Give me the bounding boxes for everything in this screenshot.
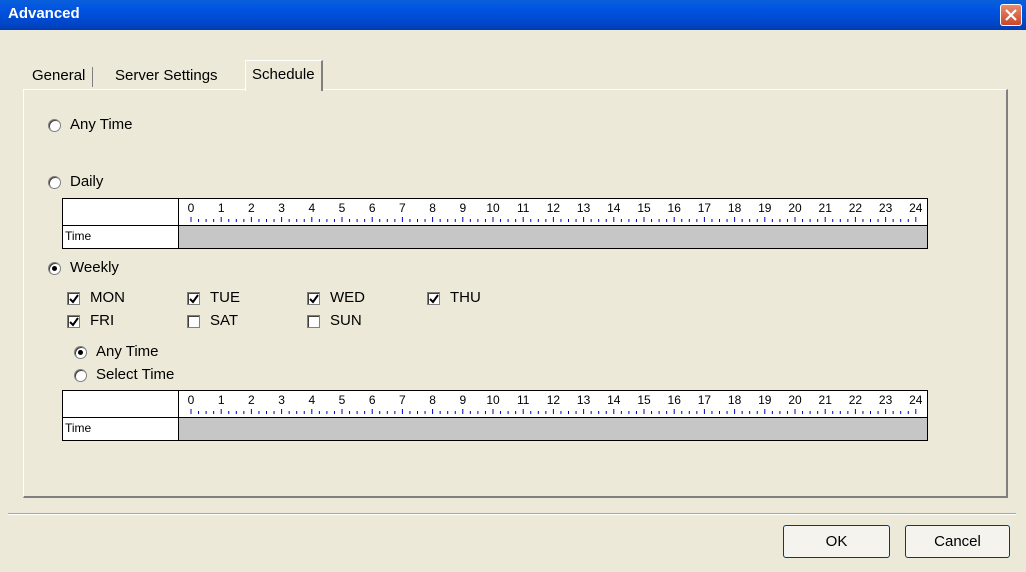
hour-tick-label: 1 <box>218 201 225 215</box>
close-icon <box>1005 9 1017 21</box>
tab-general[interactable]: General <box>26 64 94 88</box>
hour-tick-label: 15 <box>637 201 651 215</box>
hour-tick-label: 9 <box>459 393 466 407</box>
cancel-button[interactable]: Cancel <box>905 525 1010 558</box>
hour-tick-label: 7 <box>399 393 406 407</box>
checkmark-icon <box>309 294 319 304</box>
sat-label: SAT <box>210 312 239 329</box>
hour-tick-label: 0 <box>188 201 195 215</box>
hour-tick-label: 23 <box>879 393 893 407</box>
daily-time-grid: 0 1 2 3 4 5 6 7 8 9 10 11 12 13 14 15 16 17 18 19 20 21 22 23 24… <box>62 198 928 249</box>
thu-checkbox[interactable] <box>427 292 440 305</box>
daily-time-bar[interactable] <box>179 226 927 248</box>
hour-tick-label: 17 <box>698 393 712 407</box>
weekly-any-time-radio[interactable] <box>74 346 87 359</box>
weekly-hour-ruler: 0 1 2 3 4 5 6 7 8 9 10 11 12 13 14 15 16 17 18 19 20 21 22 23 24 <box>188 393 923 414</box>
hour-tick-label: 17 <box>698 201 712 215</box>
hour-tick-label: 23 <box>879 201 893 215</box>
weekly-time-grid: 0 1 2 3 4 5 6 7 8 9 10 11 12 13 14 15 16 17 18 19 20 21 22 23 24… <box>62 390 928 441</box>
hour-tick-label: 6 <box>369 393 376 407</box>
hour-tick-label: 5 <box>339 201 346 215</box>
hour-tick-label: 11 <box>517 393 530 407</box>
hour-tick-label: 8 <box>429 201 436 215</box>
tab-server-settings[interactable]: Server Settings <box>109 64 224 88</box>
weekly-radio[interactable] <box>48 262 61 275</box>
window-title: Advanced <box>8 5 80 22</box>
checkmark-icon <box>189 294 199 304</box>
daily-label: Daily <box>70 173 104 190</box>
hour-tick-label: 15 <box>637 393 651 407</box>
hour-tick-label: 21 <box>819 201 833 215</box>
hour-tick-label: 8 <box>429 393 436 407</box>
tue-checkbox[interactable] <box>187 292 200 305</box>
hour-tick-label: 22 <box>849 201 863 215</box>
thu-label: THU <box>450 289 481 306</box>
sun-label: SUN <box>330 312 362 329</box>
any-time-radio[interactable] <box>48 119 61 132</box>
hour-tick-label: 13 <box>577 393 591 407</box>
hour-tick-label: 12 <box>547 201 561 215</box>
hour-tick-label: 6 <box>369 201 376 215</box>
fri-label: FRI <box>90 312 115 329</box>
hour-tick-label: 20 <box>788 393 802 407</box>
weekly-time-bar[interactable] <box>179 418 927 440</box>
hour-tick-label: 2 <box>248 201 255 215</box>
wed-checkbox[interactable] <box>307 292 320 305</box>
sat-checkbox[interactable] <box>187 315 200 328</box>
hour-tick-label: 13 <box>577 201 591 215</box>
weekly-select-time-label: Select Time <box>96 366 175 383</box>
hour-tick-label: 11 <box>517 201 530 215</box>
hour-tick-label: 22 <box>849 393 863 407</box>
hour-tick-label: 2 <box>248 393 255 407</box>
wed-label: WED <box>330 289 365 306</box>
fri-checkbox[interactable] <box>67 315 80 328</box>
hour-tick-label: 0 <box>188 393 195 407</box>
mon-label: MON <box>90 289 125 306</box>
hour-tick-label: 19 <box>758 201 772 215</box>
hour-tick-label: 14 <box>607 201 621 215</box>
hour-tick-label: 10 <box>486 201 500 215</box>
hour-tick-label: 4 <box>308 393 315 407</box>
checkmark-icon <box>69 317 79 327</box>
hour-tick-label: 24 <box>909 393 923 407</box>
checkmark-icon <box>69 294 79 304</box>
hour-tick-label: 7 <box>399 201 406 215</box>
checkmark-icon <box>429 294 439 304</box>
hour-tick-label: 4 <box>308 201 315 215</box>
hour-tick-label: 3 <box>278 393 285 407</box>
weekly-any-time-label: Any Time <box>96 343 159 360</box>
sun-checkbox[interactable] <box>307 315 320 328</box>
hour-tick-label: 10 <box>486 393 500 407</box>
hour-tick-label: 9 <box>459 201 466 215</box>
daily-radio[interactable] <box>48 176 61 189</box>
ok-button[interactable]: OK <box>783 525 890 558</box>
title-bar: Advanced <box>0 0 1026 30</box>
hour-tick-label: 5 <box>339 393 346 407</box>
mon-checkbox[interactable] <box>67 292 80 305</box>
tue-label: TUE <box>210 289 240 306</box>
hour-tick-label: 16 <box>668 393 682 407</box>
tab-schedule[interactable]: Schedule <box>245 60 323 91</box>
daily-hour-ruler: 0 1 2 3 4 5 6 7 8 9 10 11 12 13 14 15 16 17 18 19 20 21 22 23 24 <box>188 201 923 222</box>
hour-tick-label: 19 <box>758 393 772 407</box>
any-time-label: Any Time <box>70 116 133 133</box>
hour-tick-label: 18 <box>728 201 742 215</box>
weekly-select-time-radio[interactable] <box>74 369 87 382</box>
hour-tick-label: 12 <box>547 393 561 407</box>
hour-tick-label: 1 <box>218 393 225 407</box>
hour-tick-label: 16 <box>668 201 682 215</box>
hour-tick-label: 18 <box>728 393 742 407</box>
hour-tick-label: 21 <box>819 393 833 407</box>
daily-time-row-label: Time <box>65 229 92 243</box>
button-separator <box>8 513 1016 515</box>
weekly-time-row-label: Time <box>65 421 92 435</box>
weekly-label: Weekly <box>70 259 119 276</box>
hour-tick-label: 14 <box>607 393 621 407</box>
hour-tick-label: 20 <box>788 201 802 215</box>
close-button[interactable] <box>1000 4 1022 26</box>
hour-tick-label: 24 <box>909 201 923 215</box>
hour-tick-label: 3 <box>278 201 285 215</box>
